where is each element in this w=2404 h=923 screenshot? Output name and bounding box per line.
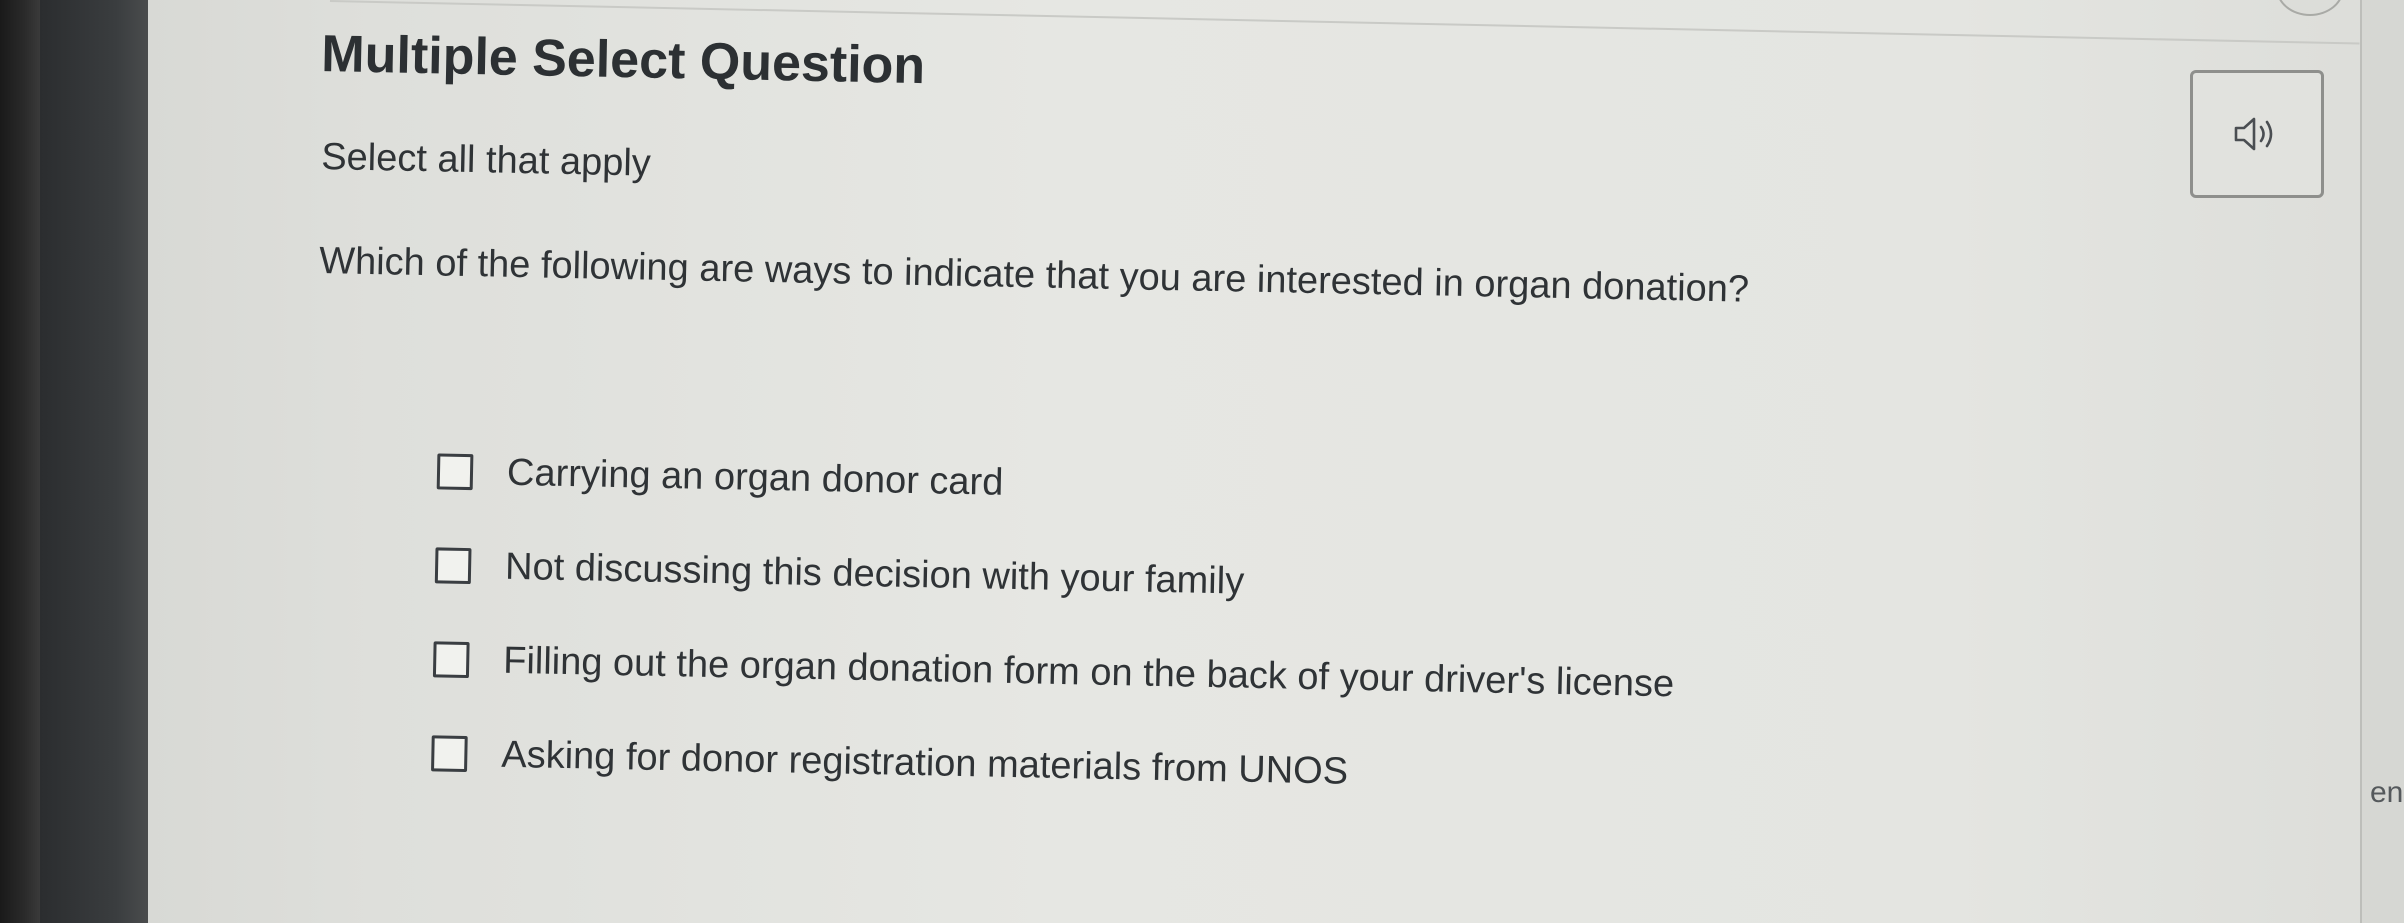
checkbox[interactable] bbox=[436, 453, 474, 491]
speaker-icon bbox=[2234, 117, 2273, 151]
checkbox[interactable] bbox=[431, 735, 468, 773]
checkbox[interactable] bbox=[432, 641, 470, 679]
monitor-bezel-edge bbox=[40, 0, 148, 923]
question-instruction: Select all that apply bbox=[320, 136, 652, 185]
checkbox[interactable] bbox=[434, 547, 472, 585]
answer-option-label: Carrying an organ donor card bbox=[506, 451, 1004, 504]
question-type-title: Multiple Select Question bbox=[320, 24, 926, 96]
side-panel-text: en bbox=[2370, 776, 2404, 809]
read-aloud-button[interactable] bbox=[2190, 70, 2324, 198]
monitor-bezel bbox=[0, 0, 40, 923]
